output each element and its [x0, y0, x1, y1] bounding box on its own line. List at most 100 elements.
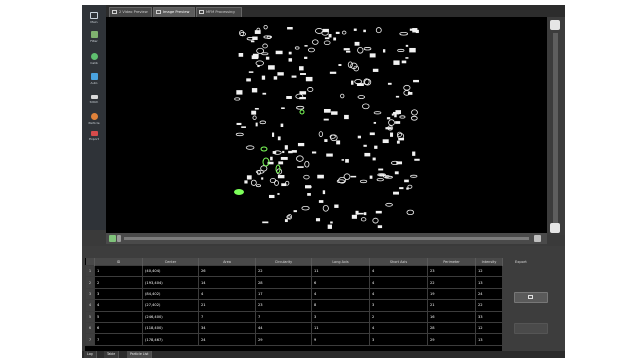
column-header[interactable]: Perimeter	[427, 258, 476, 266]
table-row[interactable]: 4 4 (27,402) 21 23 8 3 21 22	[85, 299, 503, 312]
table-cell[interactable]: 23	[427, 264, 476, 278]
scroll-left-button[interactable]	[117, 235, 121, 242]
tab-image-preview[interactable]: Image Preview	[153, 7, 195, 17]
table-cell[interactable]: 11	[311, 264, 370, 278]
sidebar-item-export[interactable]: Export	[84, 129, 104, 149]
table-cell[interactable]: 6	[94, 321, 143, 335]
table-cell[interactable]: 29	[255, 333, 312, 346]
table-cell[interactable]: 4	[311, 287, 370, 301]
table-cell[interactable]: 21	[427, 299, 476, 312]
table-cell[interactable]: 6	[311, 276, 370, 289]
table-cell[interactable]: 34	[198, 321, 256, 335]
table-cell[interactable]: 1	[94, 264, 143, 278]
sidebar-item-stitch[interactable]: Stitch	[84, 93, 104, 113]
export-secondary-button[interactable]	[514, 323, 548, 334]
table-cell[interactable]: 4	[369, 321, 428, 335]
table-cell[interactable]: (27,402)	[142, 299, 199, 312]
table-cell[interactable]: 29	[427, 333, 476, 346]
table-cell[interactable]: 33	[475, 310, 503, 323]
tab-table[interactable]: Table	[104, 351, 120, 358]
table-cell[interactable]: (40,404)	[142, 264, 199, 278]
table-cell[interactable]: 4	[369, 264, 428, 278]
tab-log[interactable]: Log	[84, 351, 97, 358]
column-header[interactable]: Short Axis	[369, 258, 428, 266]
column-header[interactable]: Intensity	[475, 258, 503, 266]
particle	[261, 75, 266, 80]
scroll-track[interactable]	[124, 237, 529, 240]
table-cell[interactable]: (178,467)	[142, 333, 199, 346]
table-cell[interactable]: 44	[255, 321, 312, 335]
play-icon[interactable]	[109, 235, 116, 242]
table-row[interactable]: 7 7 (178,467) 24 29 9 3 29 13	[85, 333, 503, 346]
column-header[interactable]: ID	[94, 258, 143, 266]
table-cell[interactable]: 3	[311, 310, 370, 323]
table-row[interactable]: 5 5 (246,400) 7 7 3 2 16 33	[85, 310, 503, 323]
table-cell[interactable]: 22	[427, 276, 476, 289]
table-cell[interactable]: 22	[475, 299, 503, 312]
table-cell[interactable]: 5	[94, 310, 143, 323]
table-cell[interactable]: 19	[427, 287, 476, 301]
selected-particle[interactable]	[299, 109, 305, 115]
table-cell[interactable]: 16	[427, 310, 476, 323]
table-cell[interactable]: 4	[198, 287, 256, 301]
table-cell[interactable]: 7	[198, 310, 256, 323]
table-row[interactable]: 6 6 (118,400) 34 44 11 4 28 12	[85, 321, 503, 335]
table-cell[interactable]: 24	[198, 333, 256, 346]
sidebar-item-main[interactable]: Main	[84, 10, 104, 30]
table-cell[interactable]: 7	[255, 310, 312, 323]
table-cell[interactable]: 3	[369, 333, 428, 346]
table-cell[interactable]: 28	[427, 321, 476, 335]
export-button[interactable]	[514, 292, 548, 303]
table-cell[interactable]: 11	[311, 321, 370, 335]
selected-particle[interactable]	[260, 146, 268, 152]
scroll-up-button[interactable]	[550, 20, 560, 30]
scroll-track[interactable]	[553, 33, 558, 223]
table-row[interactable]: 2 2 (193,404) 14 28 6 4 22 13	[85, 276, 503, 289]
table-row[interactable]: 3 3 (84,402) 4 17 4 4 19 24	[85, 287, 503, 301]
table-cell[interactable]: (84,402)	[142, 287, 199, 301]
column-header[interactable]: Long Axis	[311, 258, 370, 266]
tab-particle-list[interactable]: Particle List	[127, 351, 153, 358]
tab-video-preview[interactable]: 2 Video Preview	[109, 7, 152, 17]
tab-mfm-processing[interactable]: MFM Processing	[196, 7, 242, 17]
sidebar-item-auto[interactable]: Auto	[84, 71, 104, 91]
fit-icon[interactable]	[534, 235, 541, 242]
table-cell[interactable]: 22	[255, 264, 312, 278]
table-row[interactable]: 1 1 (40,404) 26 22 11 4 23 12	[85, 264, 503, 278]
table-cell[interactable]: 21	[198, 299, 256, 312]
scroll-down-button[interactable]	[550, 223, 560, 233]
table-cell[interactable]: 13	[475, 333, 503, 346]
table-cell[interactable]: 8	[311, 299, 370, 312]
sidebar-item-calib[interactable]: Calib	[84, 51, 104, 71]
table-cell[interactable]: 14	[198, 276, 256, 289]
table-cell[interactable]: 9	[311, 333, 370, 346]
sidebar-item-particle[interactable]: Particle	[84, 111, 104, 131]
table-cell[interactable]: 26	[198, 264, 256, 278]
table-cell[interactable]: 3	[369, 299, 428, 312]
table-cell[interactable]: 4	[369, 287, 428, 301]
table-cell[interactable]: 3	[94, 287, 143, 301]
table-cell[interactable]: 24	[475, 287, 503, 301]
table-cell[interactable]: 12	[475, 264, 503, 278]
selected-particle[interactable]	[234, 189, 244, 195]
horizontal-scrollbar[interactable]	[106, 233, 547, 244]
table-cell[interactable]: 12	[475, 321, 503, 335]
table-cell[interactable]: 7	[94, 333, 143, 346]
table-cell[interactable]: 13	[475, 276, 503, 289]
table-cell[interactable]: 2	[94, 276, 143, 289]
table-cell[interactable]: (193,404)	[142, 276, 199, 289]
table-cell[interactable]: 23	[255, 299, 312, 312]
table-cell[interactable]: 17	[255, 287, 312, 301]
table-cell[interactable]: 28	[255, 276, 312, 289]
vertical-scrollbar[interactable]	[547, 17, 565, 235]
table-cell[interactable]: 4	[94, 299, 143, 312]
table-cell[interactable]: (118,400)	[142, 321, 199, 335]
image-preview[interactable]	[106, 17, 547, 233]
table-cell[interactable]: 2	[369, 310, 428, 323]
column-header[interactable]: Center	[142, 258, 199, 266]
table-cell[interactable]: 4	[369, 276, 428, 289]
column-header[interactable]: Circularity	[255, 258, 312, 266]
table-cell[interactable]: (246,400)	[142, 310, 199, 323]
sidebar-item-filter[interactable]: Filter	[84, 29, 104, 49]
column-header[interactable]: Area	[198, 258, 256, 266]
